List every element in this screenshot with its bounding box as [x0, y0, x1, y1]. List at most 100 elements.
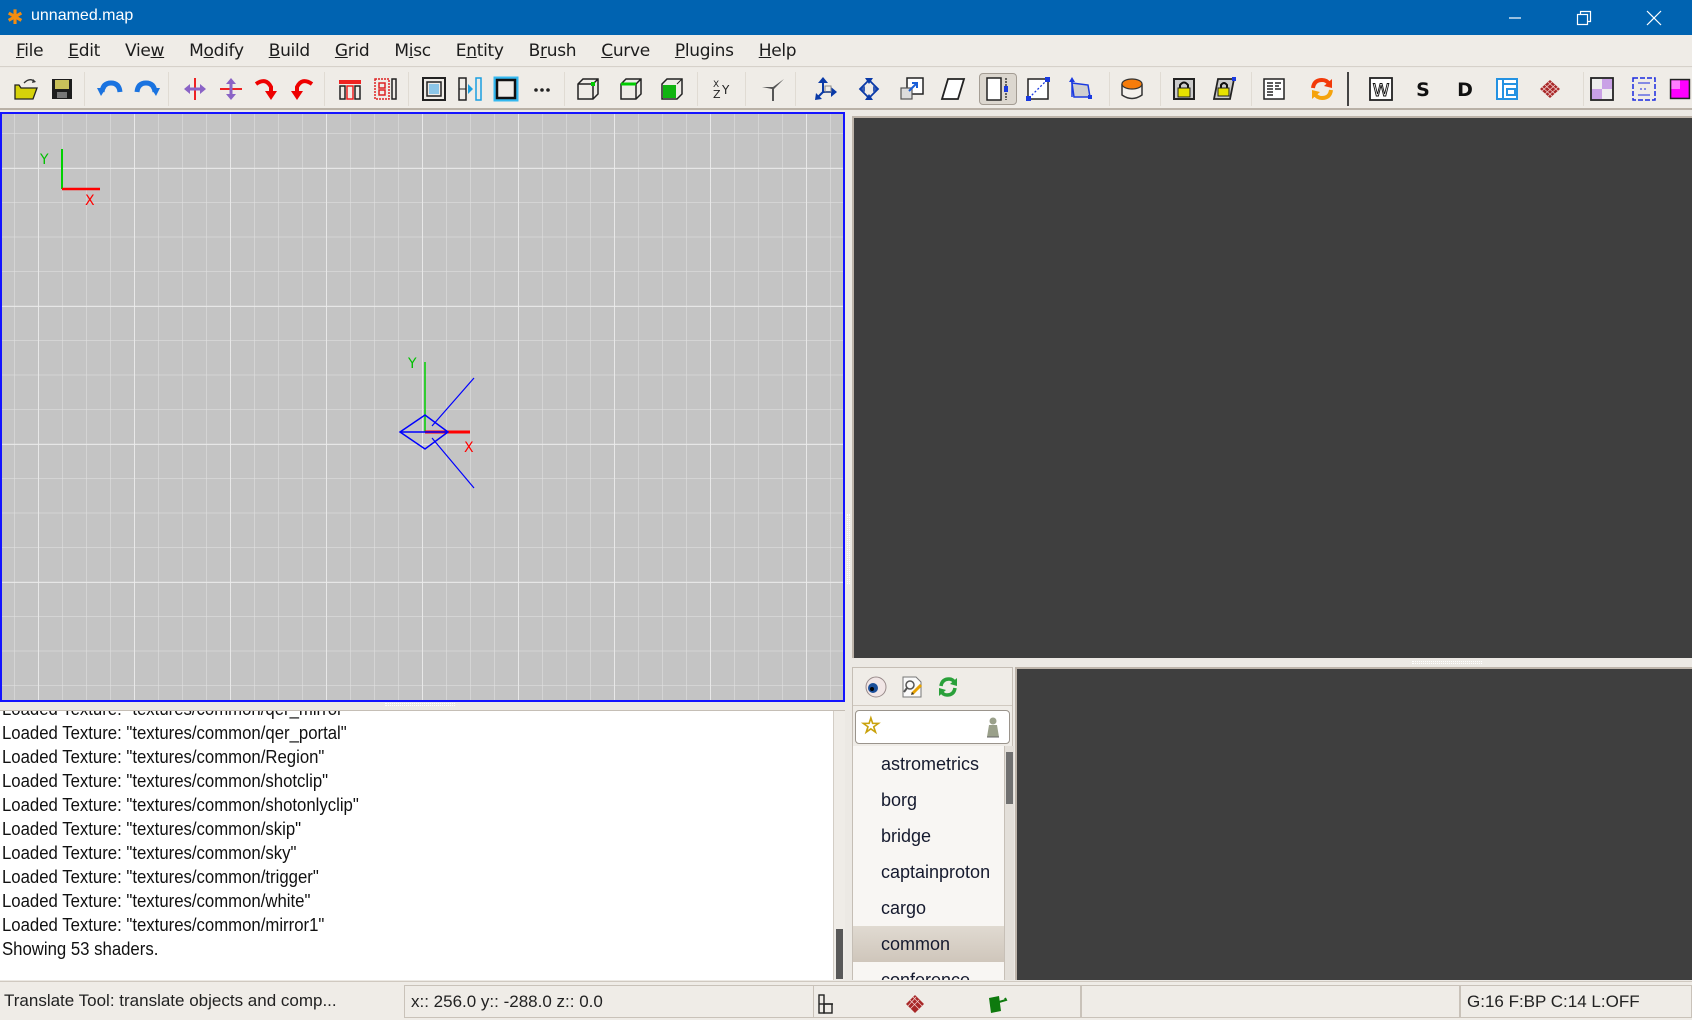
splitter-grip[interactable] [847, 514, 850, 584]
texture-filter-input[interactable] [890, 715, 970, 739]
menu-edit[interactable]: Edit [68, 41, 100, 61]
minimize-button[interactable] [1492, 0, 1538, 35]
clip-plane-icon [1026, 77, 1050, 101]
change-views-button[interactable]: XZY [707, 73, 739, 105]
close-button[interactable] [1631, 0, 1677, 35]
texture-lock-button[interactable] [1168, 73, 1200, 105]
texture-project-button[interactable] [1064, 73, 1096, 105]
rotate-tool-button[interactable] [853, 73, 885, 105]
resize-button[interactable] [979, 73, 1017, 105]
cube-edge-button[interactable] [615, 73, 647, 105]
patch-count-icon [906, 995, 924, 1013]
save-button[interactable] [46, 73, 78, 105]
menu-file[interactable]: File [16, 41, 44, 61]
open-button[interactable] [10, 73, 42, 105]
texture-filter-field[interactable]: ☆ [855, 710, 1010, 744]
select-complete-tall-button[interactable] [526, 73, 558, 105]
undo-button[interactable] [94, 73, 126, 105]
patch-button[interactable] [1116, 73, 1148, 105]
show-structural-button[interactable]: S [1407, 73, 1439, 105]
vertical-splitter[interactable] [845, 112, 852, 710]
svg-text:S: S [1416, 79, 1430, 101]
refresh-icon [1311, 77, 1333, 101]
texture-folder-item[interactable]: cargo [853, 890, 1004, 926]
restore-button[interactable] [1561, 0, 1607, 35]
skew-button[interactable] [937, 73, 969, 105]
xyz-views-icon: XZ Y [713, 80, 730, 101]
menu-build[interactable]: Build [269, 41, 310, 61]
scale-button[interactable] [896, 73, 928, 105]
menu-plugins[interactable]: Plugins [675, 41, 734, 61]
view-options-button[interactable] [863, 674, 889, 700]
texture-folder-scrollbar[interactable] [1004, 746, 1014, 980]
entity-list-icon [1263, 78, 1285, 100]
splitter-grip[interactable] [1412, 661, 1482, 664]
skew-icon [940, 78, 966, 100]
console-line: Loaded Texture: "textures/common/shotonl… [2, 795, 359, 815]
show-worldspawn-button[interactable]: W [1365, 73, 1397, 105]
clip-plane-button[interactable] [1022, 73, 1054, 105]
redo-button[interactable] [131, 73, 163, 105]
clip-brush-icon [1632, 77, 1656, 101]
scrollbar-thumb[interactable] [836, 929, 843, 979]
console-scrollbar[interactable] [833, 711, 845, 980]
flip-y-icon [220, 78, 242, 100]
cubic-clip-button[interactable] [757, 73, 789, 105]
texture-folder-item[interactable]: borg [853, 782, 1004, 818]
eye-icon [865, 676, 887, 697]
favorite-star-icon[interactable]: ☆ [861, 714, 882, 739]
menu-help[interactable]: Help [759, 41, 797, 61]
select-inside-button[interactable] [490, 73, 522, 105]
origin-x-label: X [464, 440, 474, 456]
console-line: Loaded Texture: "textures/common/trigger… [2, 867, 319, 887]
menu-grid[interactable]: Grid [335, 41, 370, 61]
camera-texture-splitter[interactable] [852, 658, 1692, 667]
texture-folder-item[interactable]: conference [853, 962, 1004, 980]
show-clip-button[interactable] [1628, 73, 1660, 105]
make-hollow-button[interactable] [418, 73, 450, 105]
show-caulk-button[interactable] [1586, 73, 1618, 105]
texture-folder-item[interactable]: bridge [853, 818, 1004, 854]
menu-curve[interactable]: Curve [601, 41, 650, 61]
menu-brush[interactable]: Brush [529, 41, 577, 61]
close-icon [1646, 10, 1662, 25]
make-hollow-icon [422, 77, 446, 101]
filter-hint-button[interactable] [1491, 73, 1523, 105]
find-replace-button[interactable] [899, 674, 925, 700]
camera-marker[interactable] [398, 362, 475, 489]
menu-modify[interactable]: Modify [189, 41, 244, 61]
scrollbar-thumb[interactable] [1006, 752, 1013, 804]
console-line: Loaded Texture: "textures/common/Region" [2, 747, 325, 767]
menu-misc[interactable]: Misc [394, 41, 431, 61]
clear-filter-icon[interactable] [983, 715, 1003, 739]
clipper-button[interactable] [454, 73, 486, 105]
texture-scale-lock-button[interactable] [1208, 73, 1240, 105]
refresh-textures-button[interactable] [935, 674, 961, 700]
csg-subtract-button[interactable] [334, 73, 366, 105]
texture-project-icon [1069, 77, 1092, 99]
texture-folder-item[interactable]: astrometrics [853, 746, 1004, 782]
title-bar: ✱ unnamed.map [0, 0, 1692, 35]
texture-folder-item[interactable]: captainproton [853, 854, 1004, 890]
camera-3d-view[interactable] [852, 116, 1692, 658]
console-splitter-grip[interactable] [385, 703, 455, 706]
xy-2d-view[interactable]: Y X Y X [0, 112, 845, 702]
csg-merge-button[interactable] [370, 73, 402, 105]
cube-corner-button[interactable] [572, 73, 604, 105]
show-detail-button[interactable]: D [1449, 73, 1481, 105]
rotate-clockwise-button[interactable] [250, 73, 282, 105]
translate-button[interactable] [810, 73, 842, 105]
flip-x-button[interactable] [179, 73, 211, 105]
redo-icon [134, 80, 160, 96]
cube-filled-button[interactable] [656, 73, 688, 105]
menu-view[interactable]: View [125, 41, 164, 61]
rotate-counterclockwise-button[interactable] [286, 73, 318, 105]
texture-preview-area[interactable] [1015, 667, 1692, 980]
filter-patches-button[interactable] [1534, 73, 1566, 105]
flip-y-button[interactable] [215, 73, 247, 105]
refresh-shaders-button[interactable] [1306, 73, 1338, 105]
entity-list-button[interactable] [1258, 73, 1290, 105]
texture-folder-item[interactable]: common [853, 926, 1004, 962]
show-missing-button[interactable] [1668, 73, 1692, 105]
menu-entity[interactable]: Entity [456, 41, 504, 61]
